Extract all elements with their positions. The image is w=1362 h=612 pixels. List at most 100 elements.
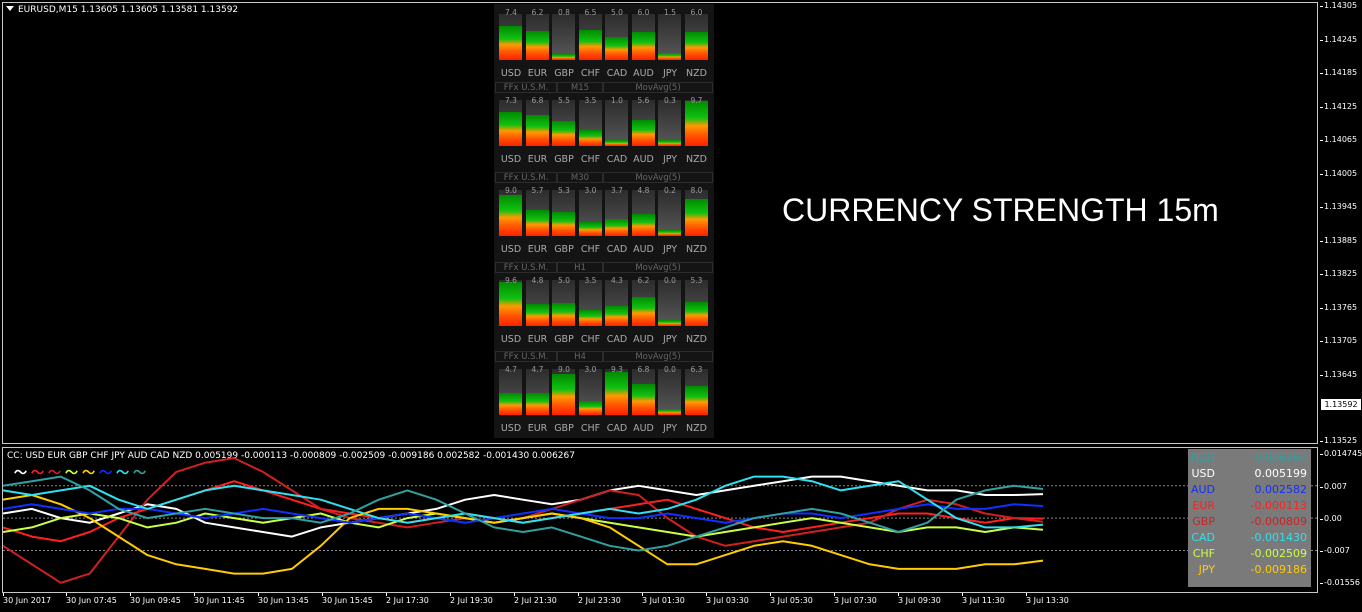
price-tick: 1.13525 xyxy=(1319,436,1358,445)
symbol-ohlc: EURUSD,M15 1.13605 1.13605 1.13581 1.135… xyxy=(18,5,239,15)
strength-value: 0.0 xyxy=(664,365,676,374)
currency-code: EUR xyxy=(1192,499,1215,512)
time-tick: 3 Jul 05:30 xyxy=(770,593,813,605)
strength-value: 4.7 xyxy=(505,365,517,374)
header-tf: M15 xyxy=(557,82,603,93)
strength-value: 6.2 xyxy=(637,276,650,285)
strength-value: 4.7 xyxy=(531,365,544,374)
time-tick: 30 Jun 13:45 xyxy=(258,593,309,605)
currency-code: CAD xyxy=(1191,531,1215,544)
time-tick: 3 Jul 09:30 xyxy=(898,593,941,605)
strength-bar-fill xyxy=(499,393,522,415)
strength-bar xyxy=(658,14,681,60)
indicator-tick: -0.007 xyxy=(1320,546,1350,555)
currency-code: USD xyxy=(1191,467,1215,480)
strength-bar xyxy=(578,369,602,415)
strength-value: 9.0 xyxy=(505,186,517,195)
cc-table-row: CAD -0.001430 xyxy=(1188,531,1311,547)
header-method: MovAvg(5) xyxy=(603,262,713,273)
time-tick: 3 Jul 11:30 xyxy=(962,593,1005,605)
strength-bar-fill xyxy=(552,303,575,326)
header-name: FFx U.S.M. xyxy=(495,262,557,273)
header-name: FFx U.S.M. xyxy=(495,172,557,183)
strength-value: 6.0 xyxy=(637,8,650,17)
strength-value: 0.2 xyxy=(664,186,676,195)
strength-bar xyxy=(605,190,628,236)
strength-value: 5.6 xyxy=(637,96,650,105)
strength-bar-fill xyxy=(552,54,575,60)
strength-value: 3.5 xyxy=(584,276,597,285)
currency-label: GBP xyxy=(554,334,574,345)
strength-bar xyxy=(684,280,708,326)
time-tick: 2 Jul 17:30 xyxy=(386,593,429,605)
currency-label: JPY xyxy=(662,244,678,255)
currency-value: 0.005199 xyxy=(1254,467,1308,480)
time-tick: 2 Jul 21:30 xyxy=(514,593,557,605)
strength-bar-fill xyxy=(631,383,655,415)
currency-label: AUD xyxy=(633,154,654,165)
strength-bar-fill xyxy=(499,194,522,236)
cc-line-gbp xyxy=(3,457,1044,584)
currency-label: CHF xyxy=(580,334,601,345)
strength-bar xyxy=(684,190,708,236)
currency-label: EUR xyxy=(527,334,548,345)
currency-value: -0.009186 xyxy=(1250,563,1307,576)
strength-bar-fill xyxy=(605,37,628,60)
currency-label: NZD xyxy=(686,334,707,345)
strength-bar-fill xyxy=(578,129,602,146)
strength-value: 5.3 xyxy=(558,186,570,195)
strength-bar xyxy=(578,280,602,326)
currency-code: NZD xyxy=(1190,451,1215,464)
price-tick: 1.13705 xyxy=(1319,336,1358,345)
indicator-tick: -0.01556 xyxy=(1320,578,1360,587)
header-name: FFx U.S.M. xyxy=(495,351,557,362)
block-header: FFx U.S.M. H1 MovAvg(5) xyxy=(495,262,713,274)
strength-bar xyxy=(631,14,655,60)
indicator-tick: 0.007 xyxy=(1320,482,1347,491)
strength-bar xyxy=(684,369,708,415)
price-tick: 1.13645 xyxy=(1319,370,1358,379)
strength-value: 9.7 xyxy=(690,96,703,105)
block-header: FFx U.S.M. M30 MovAvg(5) xyxy=(495,172,713,184)
strength-bar xyxy=(631,100,655,146)
currency-code: AUD xyxy=(1190,483,1215,496)
strength-bar-fill xyxy=(552,373,575,415)
strength-bar xyxy=(499,369,522,415)
strength-bar xyxy=(499,190,522,236)
currency-label: EUR xyxy=(527,244,548,255)
chart-window: EURUSD,M15 1.13605 1.13605 1.13581 1.135… xyxy=(0,0,1362,612)
dropdown-triangle-icon[interactable] xyxy=(6,6,14,11)
strength-block: FFx U.S.M. M15 MovAvg(5) USD EUR GBP CHF CAD AUD… xyxy=(494,82,714,168)
time-tick: 2 Jul 23:30 xyxy=(578,593,621,605)
strength-value: 4.8 xyxy=(531,276,544,285)
strength-bar-fill xyxy=(552,120,575,146)
strength-bar-fill xyxy=(525,303,549,326)
strength-bar xyxy=(525,280,549,326)
strength-bar xyxy=(631,369,655,415)
strength-value: 1.0 xyxy=(611,96,623,105)
strength-bar xyxy=(552,190,575,236)
header-tf: H4 xyxy=(557,351,603,362)
strength-bar-fill xyxy=(605,372,628,415)
cc-table-row: JPY -0.009186 xyxy=(1188,563,1311,579)
strength-bar-fill xyxy=(578,309,602,326)
strength-bar xyxy=(631,190,655,236)
strength-bar-fill xyxy=(578,401,602,415)
cc-lines-chart xyxy=(3,457,1318,584)
price-tick: 1.13765 xyxy=(1319,303,1358,312)
strength-bar xyxy=(578,14,602,60)
strength-value: 5.5 xyxy=(558,96,570,105)
strength-bar xyxy=(499,100,522,146)
strength-meter-panel[interactable]: USD EUR GBP CHF CAD AUD JPY NZD 7.4 6.2 0.8 6.5 5.0 6… xyxy=(494,4,714,438)
strength-bar xyxy=(525,14,549,60)
header-method: MovAvg(5) xyxy=(603,351,713,362)
strength-value: 6.2 xyxy=(531,8,544,17)
strength-bar xyxy=(658,280,681,326)
cc-table-row: GBP -0.000809 xyxy=(1188,515,1311,531)
currency-label: CAD xyxy=(606,154,628,165)
time-tick: 3 Jul 07:30 xyxy=(834,593,877,605)
strength-bar-fill xyxy=(525,31,549,60)
strength-bar-fill xyxy=(658,230,681,236)
currency-value: -0.001430 xyxy=(1250,531,1307,544)
currency-label: AUD xyxy=(633,423,654,434)
